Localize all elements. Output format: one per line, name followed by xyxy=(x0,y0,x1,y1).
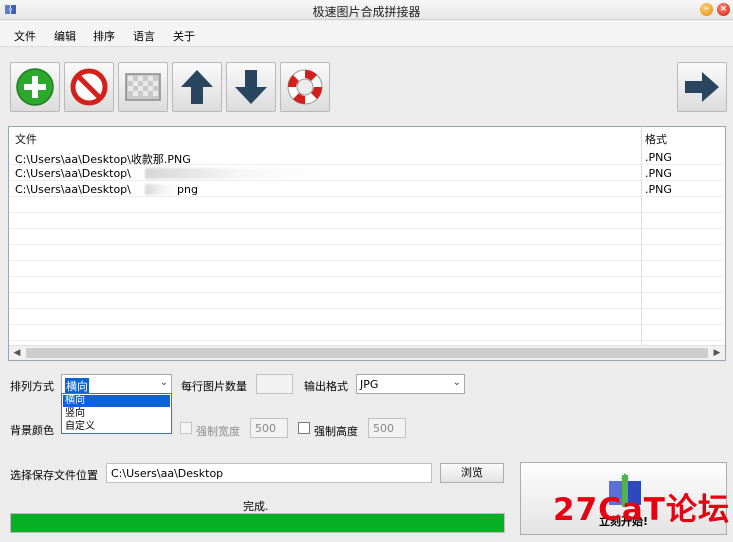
help-button[interactable] xyxy=(280,62,330,112)
file-path: C:\Users\aa\Desktop\ xyxy=(15,167,131,180)
checkerboard-icon xyxy=(125,73,161,101)
chevron-down-icon: ⌄ xyxy=(452,377,461,388)
table-row xyxy=(9,245,725,261)
scroll-left-icon[interactable]: ◀ xyxy=(10,347,24,360)
clear-button[interactable] xyxy=(118,62,168,112)
per-row-label: 每行图片数量 xyxy=(181,380,247,393)
output-format-select[interactable]: JPG ⌄ xyxy=(356,374,465,394)
move-up-button[interactable] xyxy=(172,62,222,112)
table-row[interactable]: C:\Users\aa\Desktop\收款那.PNG .PNG xyxy=(9,149,725,166)
add-button[interactable] xyxy=(10,62,60,112)
menu-about[interactable]: 关于 xyxy=(173,28,195,44)
per-row-input[interactable] xyxy=(256,374,293,394)
title-bar: 极速图片合成拼接器 – × xyxy=(0,0,733,20)
file-format: .PNG xyxy=(645,151,672,164)
table-row[interactable]: C:\Users\aa\Desktop\ .PNG xyxy=(9,165,725,181)
output-format-value: JPG xyxy=(360,378,379,391)
minimize-button[interactable]: – xyxy=(700,3,713,16)
redacted-blur xyxy=(145,184,181,195)
redacted-blur xyxy=(145,168,321,179)
menu-sort[interactable]: 排序 xyxy=(93,28,115,44)
force-height-label: 强制高度 xyxy=(314,425,358,438)
progress-bar xyxy=(10,513,505,533)
arrange-dropdown-list[interactable]: 横向 竖向 自定义 xyxy=(61,393,172,434)
force-width-checkbox[interactable] xyxy=(180,422,192,434)
file-path: C:\Users\aa\Desktop\ xyxy=(15,183,131,196)
table-row xyxy=(9,213,725,229)
file-format: .PNG xyxy=(645,167,672,180)
table-row xyxy=(9,261,725,277)
lifebuoy-icon xyxy=(287,69,323,105)
column-header-file[interactable]: 文件 xyxy=(15,131,37,147)
horizontal-scrollbar[interactable]: ◀ ▶ xyxy=(9,345,725,360)
table-row xyxy=(9,309,725,325)
browse-button[interactable]: 浏览 xyxy=(440,463,504,483)
menu-edit[interactable]: 编辑 xyxy=(54,28,76,44)
output-format-label: 输出格式 xyxy=(304,380,348,393)
next-button[interactable] xyxy=(677,62,727,112)
chevron-down-icon: ⌄ xyxy=(159,377,168,388)
force-height-input[interactable]: 500 xyxy=(368,418,406,438)
save-location-label: 选择保存文件位置 xyxy=(10,469,98,482)
table-row xyxy=(9,277,725,293)
move-down-button[interactable] xyxy=(226,62,276,112)
file-path-suffix: png xyxy=(177,183,198,196)
table-row xyxy=(9,197,725,213)
arrow-down-icon xyxy=(235,70,267,104)
bg-color-label: 背景颜色 xyxy=(10,424,54,437)
close-button[interactable]: × xyxy=(717,3,730,16)
status-text: 完成. xyxy=(243,500,269,513)
menu-bar: 文件 编辑 排序 语言 关于 xyxy=(0,21,733,47)
scroll-right-icon[interactable]: ▶ xyxy=(710,347,724,360)
column-header-format[interactable]: 格式 xyxy=(645,131,667,147)
menu-language[interactable]: 语言 xyxy=(133,28,155,44)
force-height-checkbox[interactable] xyxy=(298,422,310,434)
no-entry-icon xyxy=(70,68,108,106)
arrange-option[interactable]: 竖向 xyxy=(63,408,170,420)
table-row xyxy=(9,293,725,309)
plus-circle-icon xyxy=(16,68,54,106)
watermark: 27CaT论坛 xyxy=(553,492,730,528)
arrange-option[interactable]: 自定义 xyxy=(63,421,170,433)
file-list[interactable]: 文件 格式 C:\Users\aa\Desktop\收款那.PNG .PNG C… xyxy=(8,126,726,361)
table-row xyxy=(9,325,725,341)
scrollbar-thumb[interactable] xyxy=(26,348,708,358)
menu-file[interactable]: 文件 xyxy=(14,28,36,44)
arrow-right-icon xyxy=(685,72,719,102)
arrow-up-icon xyxy=(181,70,213,104)
force-width-input[interactable]: 500 xyxy=(250,418,288,438)
force-width-label: 强制宽度 xyxy=(196,425,240,438)
arrange-value: 横向 xyxy=(65,378,89,394)
progress-fill xyxy=(11,514,504,532)
table-row xyxy=(9,229,725,245)
arrange-label: 排列方式 xyxy=(10,380,54,393)
arrange-select[interactable]: 横向 ⌄ xyxy=(61,374,172,394)
save-path-input[interactable]: C:\Users\aa\Desktop xyxy=(106,463,432,483)
remove-button[interactable] xyxy=(64,62,114,112)
file-format: .PNG xyxy=(645,183,672,196)
arrange-option[interactable]: 横向 xyxy=(63,395,170,407)
toolbar xyxy=(0,48,733,120)
table-row[interactable]: C:\Users\aa\Desktop\ png .PNG xyxy=(9,181,725,197)
window-title: 极速图片合成拼接器 xyxy=(312,5,421,19)
